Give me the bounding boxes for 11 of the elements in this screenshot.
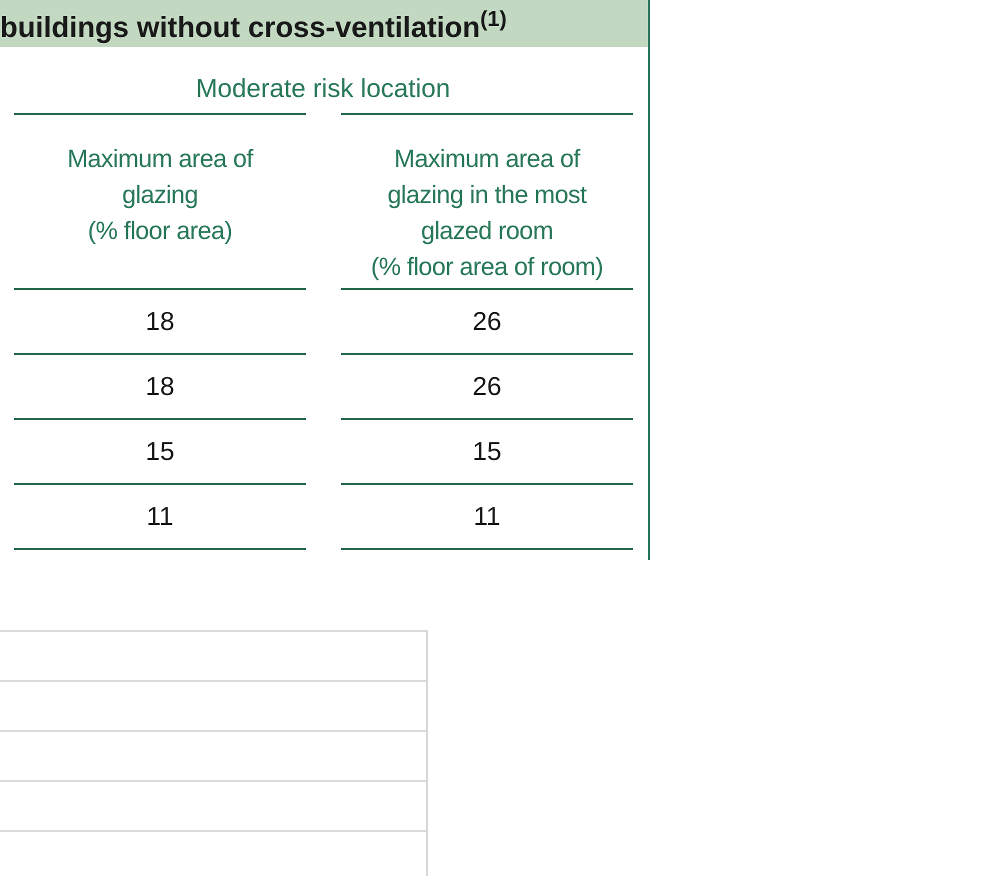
- table-cell-text: 26: [472, 370, 502, 403]
- column-heading: Maximum area of glazing (% floor area): [67, 144, 253, 247]
- table-cell-text: 11: [474, 500, 500, 533]
- column-heading: Maximum area of glazing in the most glazed room (% floor area of room): [370, 144, 604, 283]
- table-cell-text: 18: [146, 370, 174, 403]
- table-cell-text: 11: [146, 500, 174, 533]
- table-cell-text: 18: [146, 305, 174, 338]
- group-heading: Moderate risk location: [196, 73, 450, 103]
- table-cell-text: 15: [146, 435, 174, 468]
- table-cell-text: 26: [472, 305, 502, 338]
- table-cell-text: 15: [472, 435, 502, 468]
